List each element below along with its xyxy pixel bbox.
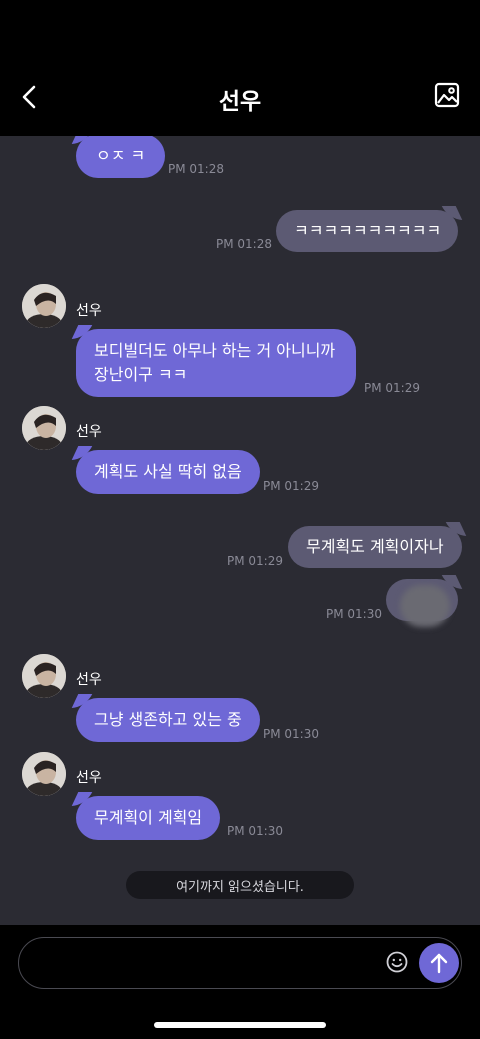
message-time: PM 01:29 — [263, 479, 319, 493]
message-time: PM 01:30 — [263, 727, 319, 741]
avatar[interactable] — [22, 406, 66, 450]
message-text: 무계획이 계획임 — [94, 808, 203, 827]
message-time: PM 01:30 — [326, 607, 382, 621]
message-time: PM 01:30 — [227, 824, 283, 838]
emoji-button[interactable] — [385, 950, 411, 976]
sender-name: 선우 — [76, 424, 102, 440]
blurred-content — [400, 585, 450, 627]
message-bubble[interactable]: 보디빌더도 아무나 하는 거 아니니까 장난이구 ㅋㅋ — [76, 329, 356, 397]
message-text-line: 장난이구 ㅋㅋ — [94, 365, 188, 384]
message-bubble[interactable]: 무계획도 계획이자나 — [288, 526, 462, 568]
message-bubble[interactable]: 계획도 사실 딱히 없음 — [76, 450, 260, 494]
message-bubble[interactable]: 그냥 생존하고 있는 중 — [76, 698, 260, 742]
message-input[interactable] — [37, 948, 377, 978]
chat-area[interactable]: ㅇㅈ ㅋ PM 01:28 ㅋㅋㅋㅋㅋㅋㅋㅋㅋㅋ PM 01:28 선우 보디빌… — [0, 136, 480, 925]
sender-name: 선우 — [76, 770, 102, 786]
sender-name: 선우 — [76, 672, 102, 688]
sender-name: 선우 — [76, 303, 102, 319]
avatar[interactable] — [22, 654, 66, 698]
message-text: ㅋㅋㅋㅋㅋㅋㅋㅋㅋㅋ — [294, 221, 442, 240]
profile-photo — [22, 752, 66, 796]
message-text-line: 보디빌더도 아무나 하는 거 아니니까 — [94, 341, 336, 360]
message-input-box[interactable] — [18, 937, 462, 989]
gallery-button[interactable] — [434, 82, 462, 110]
avatar[interactable] — [22, 284, 66, 328]
message-bubble[interactable]: ㅋㅋㅋㅋㅋㅋㅋㅋㅋㅋ — [276, 210, 458, 252]
avatar[interactable] — [22, 752, 66, 796]
message-text: 그냥 생존하고 있는 중 — [94, 710, 242, 729]
message-bubble[interactable]: 무계획이 계획임 — [76, 796, 221, 840]
message-text: 무계획도 계획이자나 — [306, 537, 444, 556]
message-time: PM 01:28 — [216, 237, 272, 251]
message-bubble[interactable] — [386, 579, 458, 627]
profile-photo — [22, 284, 66, 328]
message-time: PM 01:29 — [364, 381, 420, 395]
composer — [0, 925, 480, 1039]
message-time: PM 01:28 — [168, 162, 224, 176]
profile-photo — [22, 654, 66, 698]
message-text: 계획도 사실 딱히 없음 — [94, 462, 242, 481]
arrow-up-icon — [430, 953, 448, 974]
profile-photo — [22, 406, 66, 450]
message-time: PM 01:29 — [227, 554, 283, 568]
smiley-icon — [386, 951, 408, 973]
message-bubble[interactable]: ㅇㅈ ㅋ — [76, 136, 166, 178]
send-button[interactable] — [419, 943, 459, 983]
top-bar: 선우 — [0, 0, 480, 136]
image-icon — [434, 82, 460, 108]
read-divider: 여기까지 읽으셨습니다. — [126, 871, 354, 899]
chat-title: 선우 — [218, 89, 262, 115]
message-text: ㅇㅈ ㅋ — [96, 146, 146, 165]
home-indicator — [154, 1022, 326, 1028]
